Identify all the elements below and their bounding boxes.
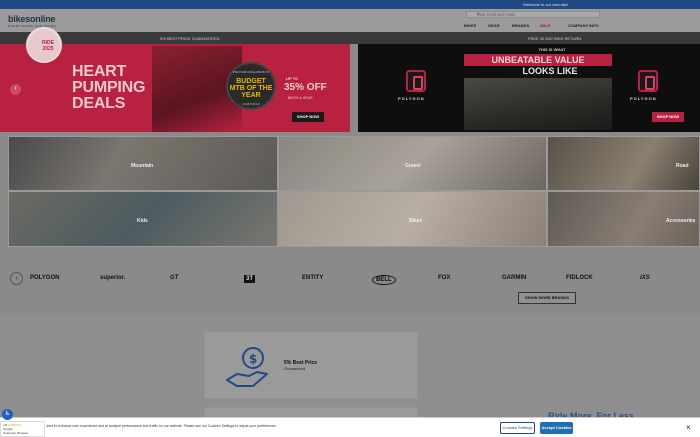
brand-ixs[interactable]: iXS <box>640 275 650 281</box>
site-header: bikesonline EVERYTHING FOR BIKES FIND YO… <box>0 9 700 32</box>
category-gravel[interactable]: Gravel <box>278 136 547 191</box>
looks-like-text: LOOKS LIKE <box>522 66 578 76</box>
hand-dollar-icon: $ <box>226 347 268 387</box>
brand-3t[interactable]: 3T <box>244 275 256 283</box>
nav-gear[interactable]: GEAR <box>488 23 500 28</box>
promo-free-returns[interactable]: FREE 30 DAY BIKE RETURN <box>528 36 581 41</box>
polygon-logo-icon <box>638 70 658 92</box>
category-road[interactable]: Road <box>547 136 700 191</box>
polygon-text-right: POLYGON <box>630 96 657 101</box>
brand-gt[interactable]: GT <box>170 275 178 281</box>
category-label: Mountain <box>131 163 154 169</box>
category-kids[interactable]: Kids <box>8 191 278 247</box>
cookie-text: ...kies to enhance user experience and t… <box>44 424 277 428</box>
award-badge: POLYGON COLLOSUS N7 BUDGET MTB OF THE YE… <box>226 62 276 110</box>
accessibility-icon[interactable]: ♿ <box>2 409 13 420</box>
review-label: Customer Reviews <box>3 431 29 435</box>
feature-subtitle: Guaranteed <box>284 366 306 371</box>
discount-subtext: BIKES & GEAR <box>288 96 313 100</box>
polygon-text-left: POLYGON <box>398 96 425 101</box>
brands-strip: ‹ POLYGON superior. GT 3T ENTITY BELL FO… <box>0 260 700 315</box>
show-more-brands-button[interactable]: SHOW MORE BRANDS <box>518 292 576 304</box>
brand-entity[interactable]: ENTITY <box>302 275 323 281</box>
category-label: Kids <box>137 218 148 224</box>
polygon-logo-icon <box>406 70 426 92</box>
welcome-text: Welcome to our new site! <box>523 2 568 7</box>
carousel-prev-button[interactable]: ‹ <box>10 84 21 95</box>
site-logo[interactable]: bikesonline <box>8 14 56 24</box>
heart-text: RIDE 2025 <box>42 40 54 52</box>
hero-left-title: HEART PUMPING DEALS <box>72 63 146 112</box>
svg-text:$: $ <box>249 352 257 366</box>
ride-2025-heart-icon: RIDE 2025 <box>26 27 62 63</box>
brands-prev-button[interactable]: ‹ <box>10 272 23 285</box>
nav-bikes[interactable]: BIKES <box>464 23 476 28</box>
promo-price-guarantee[interactable]: 5% BEST PRICE GUARANTEED <box>160 36 220 41</box>
cookies-settings-button[interactable]: Cookies Settings <box>500 422 535 434</box>
category-label: Bikes <box>409 218 423 224</box>
hero-riders-image <box>464 78 612 130</box>
accept-cookies-button[interactable]: Accept Cookies <box>540 422 573 434</box>
brand-bell[interactable]: BELL <box>372 275 396 285</box>
shop-now-button-left[interactable]: SHOP NOW <box>292 112 324 122</box>
category-label: Gravel <box>405 163 421 169</box>
nav-sale[interactable]: SALE <box>540 23 551 28</box>
category-label: Accessories <box>666 218 696 224</box>
unbeatable-value-headline: UNBEATABLE VALUE <box>464 54 612 66</box>
brand-garmin[interactable]: GARMIN <box>502 275 526 281</box>
brand-superior[interactable]: superior. <box>100 275 125 281</box>
top-announcement-bar: Welcome to our new site! <box>0 0 700 9</box>
category-bikes[interactable]: Bikes <box>278 191 547 247</box>
discount-text: 35% OFF <box>284 82 327 93</box>
google-reviews-widget[interactable]: 4.8 ★★★★★ Google Customer Reviews <box>0 421 45 437</box>
brand-fox[interactable]: FOX <box>438 275 450 281</box>
close-icon[interactable]: × <box>686 423 691 432</box>
nav-brands[interactable]: BRANDS <box>512 23 529 28</box>
nav-company-info[interactable]: COMPANY INFO <box>568 23 599 28</box>
this-is-text: THIS IS WHAT <box>538 47 566 52</box>
shop-now-button-right[interactable]: SHOP NOW <box>652 112 684 122</box>
search-icon[interactable]: ⌕ <box>477 11 595 17</box>
category-accessories[interactable]: Accessories <box>547 191 700 247</box>
search-input[interactable]: FIND YOUR NEXT BIKE ⌕ <box>466 11 600 18</box>
brand-polygon[interactable]: POLYGON <box>30 275 59 281</box>
promo-strip: 5% BEST PRICE GUARANTEED FREE 30 DAY BIK… <box>0 32 700 44</box>
up-to-text: UP TO <box>286 76 299 81</box>
category-label: Road <box>676 163 689 169</box>
cookie-banner: ...kies to enhance user experience and t… <box>0 417 700 437</box>
brand-fidlock[interactable]: FIDLOCK <box>566 275 593 281</box>
category-mountain[interactable]: Mountain <box>8 136 278 191</box>
